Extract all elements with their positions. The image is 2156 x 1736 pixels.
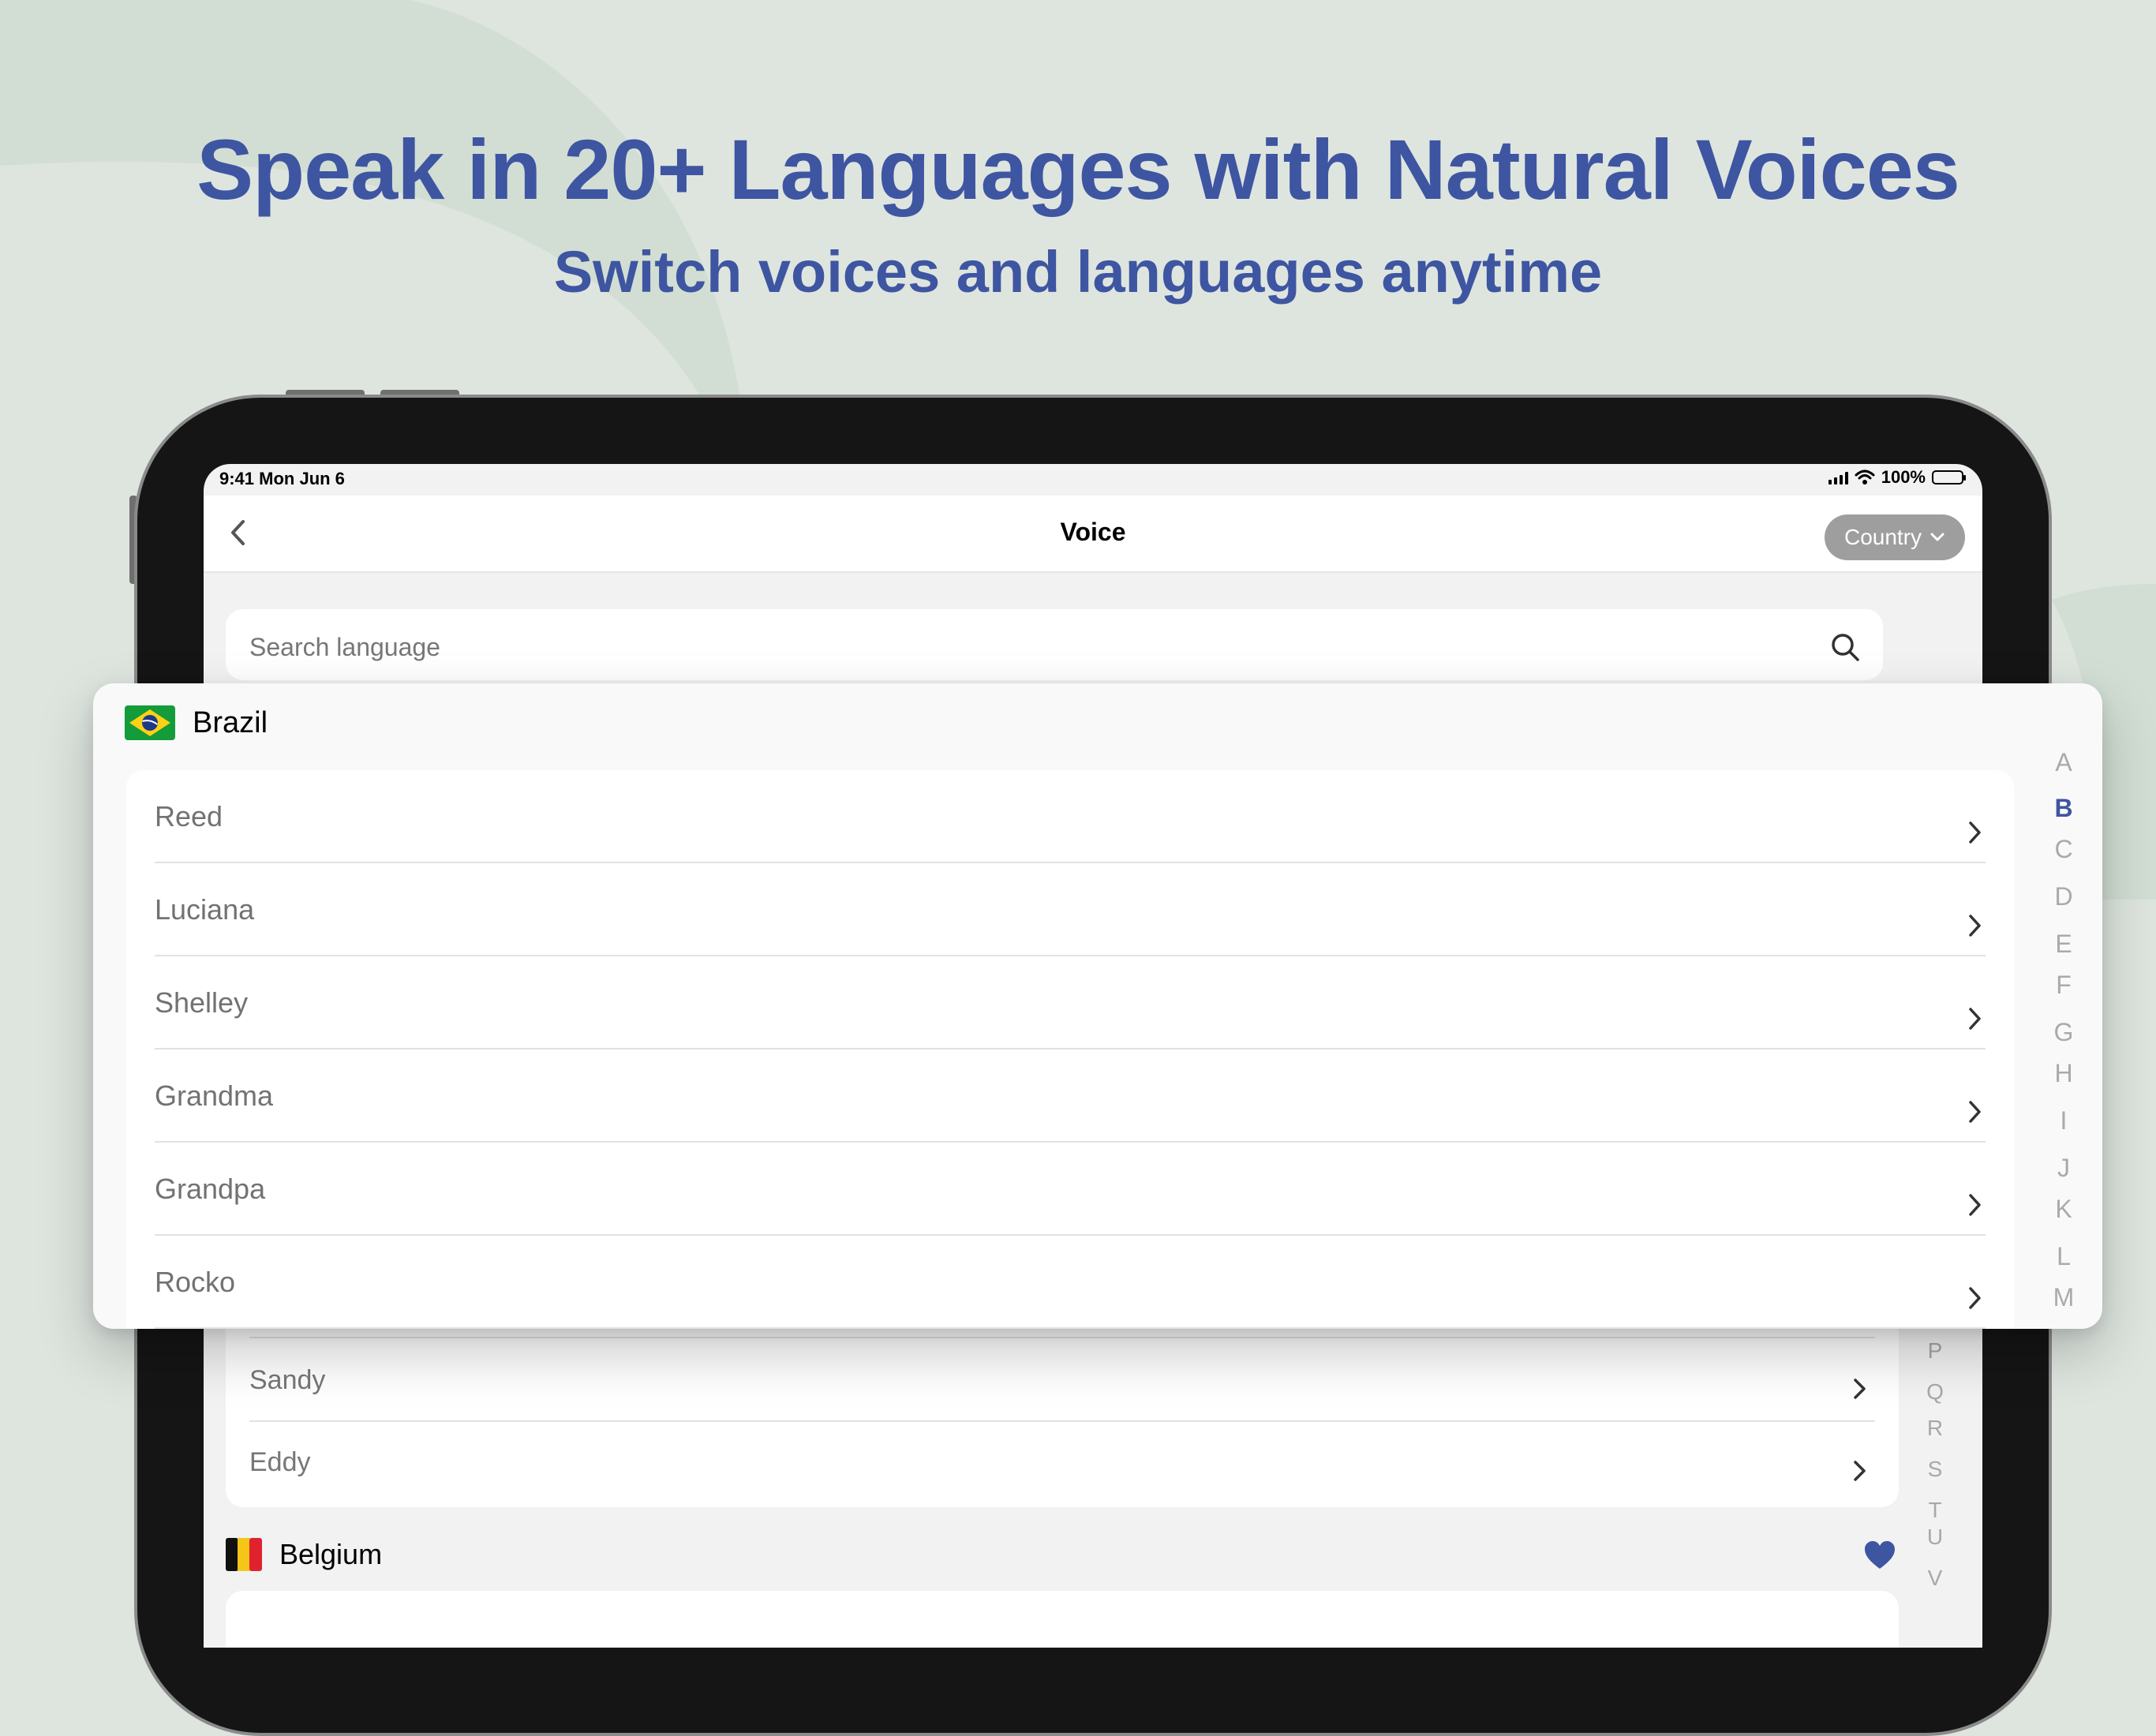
headline: Speak in 20+ Languages with Natural Voic… (197, 122, 1960, 217)
voice-list-card (226, 1591, 1899, 1648)
chevron-right-icon (1969, 915, 1981, 937)
wifi-icon (1855, 470, 1875, 485)
voice-name: Sandy (249, 1365, 326, 1395)
index-letter-a[interactable]: A (2044, 748, 2083, 777)
status-right: 100% (1828, 467, 1966, 488)
search-placeholder: Search language (249, 633, 440, 661)
section-title: Belgium (279, 1538, 383, 1570)
chevron-right-icon (1969, 1287, 1981, 1309)
chevron-right-icon (1969, 1101, 1981, 1123)
search-input[interactable]: Search language (226, 609, 1883, 680)
list-item[interactable]: Rocko (126, 1236, 2014, 1329)
status-time: 9:41 Mon Jun 6 (219, 469, 345, 488)
index-letter[interactable]: T (1919, 1498, 1951, 1523)
index-letter-d[interactable]: D (2044, 882, 2083, 911)
heart-icon[interactable] (1864, 1540, 1896, 1570)
index-letter-c[interactable]: C (2044, 835, 2083, 864)
belgium-flag-icon (226, 1538, 262, 1571)
voice-name: Reed (155, 800, 223, 832)
list-item[interactable]: Sandy (226, 1341, 1899, 1424)
country-button-label: Country (1843, 525, 1922, 549)
chevron-down-icon (1930, 533, 1945, 541)
battery-icon (1932, 470, 1966, 485)
index-letter[interactable]: P (1919, 1338, 1951, 1364)
index-letter-m[interactable]: M (2044, 1283, 2083, 1312)
country-button[interactable]: Country (1825, 514, 1965, 560)
row-divider (155, 1327, 1986, 1329)
row-divider (249, 1337, 1875, 1338)
section-popup: Brazil Reed Luciana Shelley Grandma Gran… (93, 683, 2102, 1329)
voice-name: Shelley (155, 986, 249, 1019)
index-letter-g[interactable]: G (2044, 1018, 2083, 1047)
list-item[interactable]: Luciana (126, 863, 2014, 956)
index-letter-i[interactable]: I (2044, 1106, 2083, 1136)
section-header-belgium: Belgium (226, 1531, 382, 1578)
chevron-right-icon (1969, 1008, 1981, 1030)
signal-icon (1828, 470, 1848, 485)
nav-bar: Voice Country (204, 496, 1982, 573)
list-item[interactable]: Grandma (126, 1049, 2014, 1143)
list-item[interactable]: Grandpa (126, 1143, 2014, 1236)
index-letter-b[interactable]: B (2044, 794, 2083, 823)
chevron-right-icon (1854, 1379, 1866, 1399)
index-letter[interactable]: Q (1919, 1379, 1951, 1405)
index-letter[interactable]: V (1919, 1566, 1951, 1591)
section-header-brazil: Brazil (125, 705, 268, 740)
index-letter-h[interactable]: H (2044, 1059, 2083, 1088)
row-divider (249, 1420, 1875, 1422)
voice-list: Reed Luciana Shelley Grandma Grandpa Roc… (126, 770, 2014, 1329)
index-letter[interactable]: U (1919, 1525, 1951, 1550)
index-letter[interactable]: S (1919, 1457, 1951, 1482)
voice-name: Grandma (155, 1079, 274, 1112)
index-letter-l[interactable]: L (2044, 1242, 2083, 1271)
brazil-flag-icon (125, 705, 175, 740)
list-item[interactable]: Shelley (126, 956, 2014, 1049)
index-letter-f[interactable]: F (2044, 971, 2083, 1000)
subheadline: Switch voices and languages anytime (553, 239, 1603, 305)
index-letter-j[interactable]: J (2044, 1154, 2083, 1183)
chevron-right-icon (1854, 1461, 1866, 1481)
search-icon[interactable] (1829, 631, 1861, 663)
section-title: Brazil (193, 705, 268, 739)
list-item[interactable]: Reed (126, 770, 2014, 863)
chevron-right-icon (1969, 821, 1981, 844)
voice-name: Rocko (155, 1266, 236, 1298)
status-bar: 9:41 Mon Jun 6 100% (204, 464, 1982, 496)
voice-name: Luciana (155, 893, 255, 926)
index-letter[interactable]: R (1919, 1416, 1951, 1441)
battery-percent: 100% (1881, 467, 1926, 487)
list-item[interactable]: Eddy (226, 1424, 1899, 1506)
voice-name: Eddy (249, 1447, 311, 1477)
index-letter-k[interactable]: K (2044, 1195, 2083, 1224)
voice-name: Grandpa (155, 1173, 266, 1205)
index-letter-e[interactable]: E (2044, 930, 2083, 959)
page-title: Voice (1060, 518, 1126, 546)
chevron-right-icon (1969, 1194, 1981, 1216)
